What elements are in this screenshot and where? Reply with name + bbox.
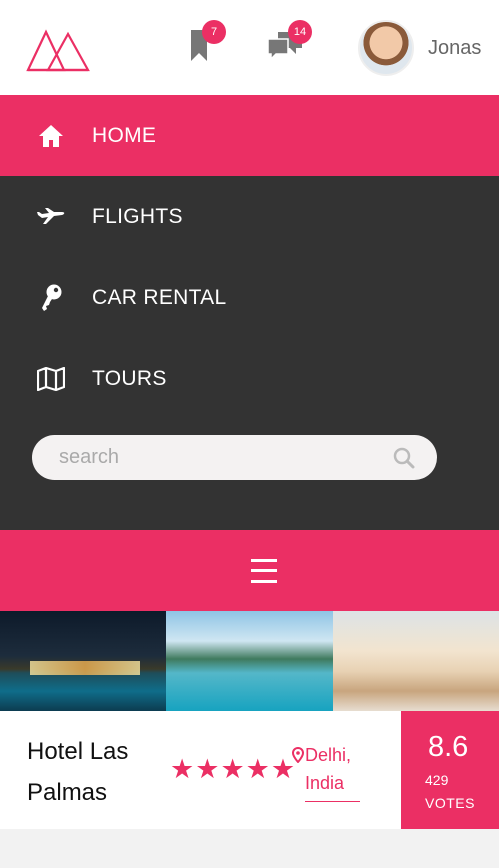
location-pin-icon	[291, 747, 305, 763]
hotel-photo-day-pool[interactable]	[166, 611, 333, 711]
search-input[interactable]	[59, 446, 393, 469]
home-icon	[36, 121, 66, 151]
bookmark-count-badge: 7	[202, 20, 226, 44]
user-menu[interactable]: Jonas	[358, 20, 481, 76]
logo-icon[interactable]	[26, 24, 90, 72]
hotel-overview: Hotel Las Palmas ★ ★ ★ ★ ★ Delhi, India …	[0, 711, 499, 829]
search-bar	[32, 435, 437, 480]
hotel-photo-night-pool[interactable]	[0, 611, 166, 711]
nav-item-home[interactable]: HOME	[0, 95, 499, 176]
hotel-name: Hotel Las Palmas	[27, 738, 129, 806]
votes-count: 429	[425, 772, 449, 788]
avatar[interactable]	[358, 20, 414, 76]
location-link[interactable]: Delhi, India	[305, 741, 360, 802]
rating-box: 8.6 429 VOTES	[401, 711, 499, 829]
nav-item-car-rental[interactable]: CAR RENTAL	[0, 257, 499, 338]
nav-label-home: HOME	[92, 123, 157, 147]
star-rating: ★ ★ ★ ★ ★	[170, 755, 296, 783]
hotel-gallery	[0, 611, 499, 711]
star-icon: ★	[195, 754, 220, 784]
nav-label-flights: FLIGHTS	[92, 204, 183, 228]
hamburger-icon[interactable]	[250, 558, 277, 583]
votes-label: VOTES	[425, 795, 475, 811]
nav-item-tours[interactable]: TOURS	[0, 338, 499, 419]
hotel-photo-terrace[interactable]	[333, 611, 499, 711]
message-count-badge: 14	[288, 20, 312, 44]
key-icon	[36, 283, 66, 313]
nav-label-car-rental: CAR RENTAL	[92, 285, 227, 309]
plane-icon	[36, 202, 66, 232]
header: 7 14 Jonas	[0, 0, 499, 95]
menu-bar	[0, 530, 499, 611]
nav-label-tours: TOURS	[92, 366, 167, 390]
messages-button[interactable]: 14	[268, 20, 312, 62]
star-icon: ★	[220, 754, 245, 784]
map-icon	[36, 364, 66, 394]
user-name: Jonas	[428, 36, 482, 59]
star-icon: ★	[245, 754, 270, 784]
search-container	[0, 419, 499, 480]
nav-item-flights[interactable]: FLIGHTS	[0, 176, 499, 257]
star-icon: ★	[170, 754, 195, 784]
rating-score: 8.6	[428, 731, 469, 763]
bookmarks-button[interactable]: 7	[190, 20, 226, 62]
hotel-location[interactable]: Delhi, India	[291, 741, 360, 802]
sidebar-nav: HOME FLIGHTS CAR RENTAL TOURS	[0, 95, 499, 530]
search-icon[interactable]	[393, 447, 415, 469]
